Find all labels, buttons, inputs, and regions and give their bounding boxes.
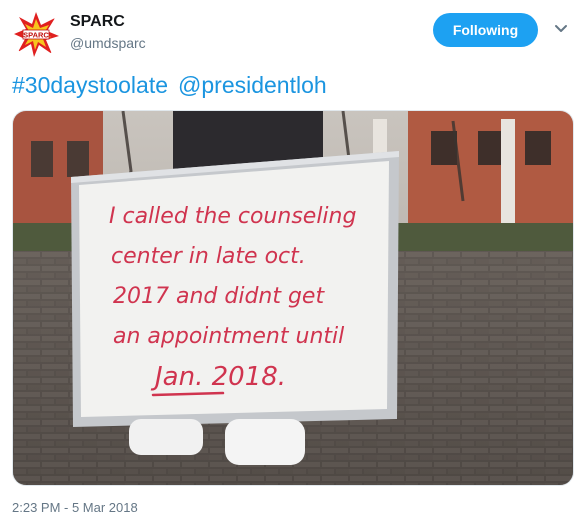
hashtag-link[interactable]: #30daystoolate	[12, 72, 168, 98]
tweet-card: SPARC SPARC @umdsparc Following #30dayst…	[0, 0, 586, 523]
chevron-down-icon[interactable]	[552, 20, 570, 38]
tweet-header: SPARC SPARC @umdsparc Following	[12, 10, 574, 58]
sign-line-3: 2017 and didnt get	[113, 284, 325, 309]
avatar[interactable]: SPARC	[12, 10, 60, 58]
sparc-logo-icon: SPARC	[12, 10, 60, 58]
mention-link[interactable]: @presidentloh	[178, 72, 327, 98]
sign-line-4: an appointment until	[113, 324, 344, 349]
tweet-timestamp[interactable]: 2:23 PM - 5 Mar 2018	[12, 500, 138, 516]
sign-line-5: Jan. 2018.	[150, 362, 286, 392]
sign-line-1: I called the counseling	[109, 204, 356, 229]
account-handle[interactable]: @umdsparc	[70, 34, 146, 52]
tweet-text: #30daystoolate @presidentloh	[12, 70, 337, 100]
photo-scene: I called the counseling center in late o…	[13, 111, 573, 485]
sign-line-2: center in late oct.	[111, 244, 306, 269]
tweet-photo[interactable]: I called the counseling center in late o…	[12, 110, 574, 486]
following-button[interactable]: Following	[433, 13, 538, 47]
avatar-logo-text: SPARC	[23, 31, 49, 40]
display-name[interactable]: SPARC	[70, 12, 146, 32]
account-names: SPARC @umdsparc	[70, 12, 146, 52]
